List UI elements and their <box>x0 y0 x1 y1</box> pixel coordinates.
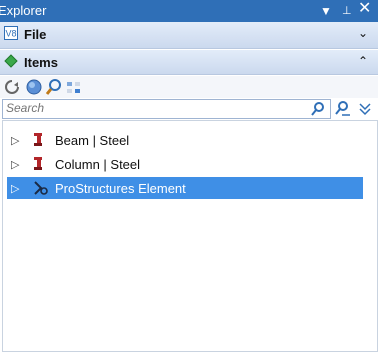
tree-row-column[interactable]: ▷ Column | Steel <box>7 153 363 175</box>
tree-row-label: ProStructures Element <box>55 180 186 196</box>
prostructures-icon <box>34 181 48 195</box>
tree-row-label: Beam | Steel <box>55 132 130 148</box>
items-tree: ▷ Beam | Steel ▷ Column | Steel ▷ ProStr… <box>2 120 378 352</box>
search-input[interactable] <box>3 100 309 116</box>
tree-row-label: Column | Steel <box>55 156 141 172</box>
search-box <box>2 99 331 119</box>
chevron-up-icon[interactable]: ⌃ <box>358 54 368 68</box>
search-icon[interactable] <box>310 101 326 117</box>
file-section-header[interactable]: V8 File ⌄ <box>0 22 378 49</box>
items-section-header[interactable]: Items ⌃ <box>0 50 378 75</box>
items-toolbar <box>0 76 378 98</box>
globe-icon[interactable] <box>25 78 43 96</box>
expand-arrow-icon[interactable]: ▷ <box>11 158 21 171</box>
steel-column-icon <box>34 157 42 170</box>
advanced-search-icon[interactable] <box>334 100 352 118</box>
chevron-down-icon[interactable]: ⌄ <box>358 26 368 40</box>
window-title: Explorer <box>0 3 47 18</box>
expand-options-icon[interactable] <box>356 100 374 118</box>
tree-row-prostructures[interactable]: ▷ ProStructures Element <box>7 177 363 199</box>
expand-arrow-icon[interactable]: ▷ <box>11 134 21 147</box>
dropdown-icon[interactable]: ▼ <box>320 3 332 19</box>
v8-file-icon: V8 <box>4 26 18 40</box>
grid-view-icon[interactable] <box>65 78 83 96</box>
close-icon[interactable]: ✕ <box>358 1 371 17</box>
refresh-icon[interactable] <box>3 78 21 96</box>
steel-beam-icon <box>34 133 42 146</box>
green-diamond-icon <box>4 54 18 68</box>
expand-arrow-icon[interactable]: ▷ <box>11 182 21 195</box>
tree-row-beam[interactable]: ▷ Beam | Steel <box>7 129 363 151</box>
svg-text:V8: V8 <box>6 29 17 39</box>
file-section-label: File <box>24 27 47 42</box>
items-section-label: Items <box>24 55 58 70</box>
zoom-icon[interactable] <box>45 78 63 96</box>
explorer-titlebar: Explorer ▼ ⊥ ✕ <box>0 0 378 22</box>
pin-icon[interactable]: ⊥ <box>342 3 352 19</box>
